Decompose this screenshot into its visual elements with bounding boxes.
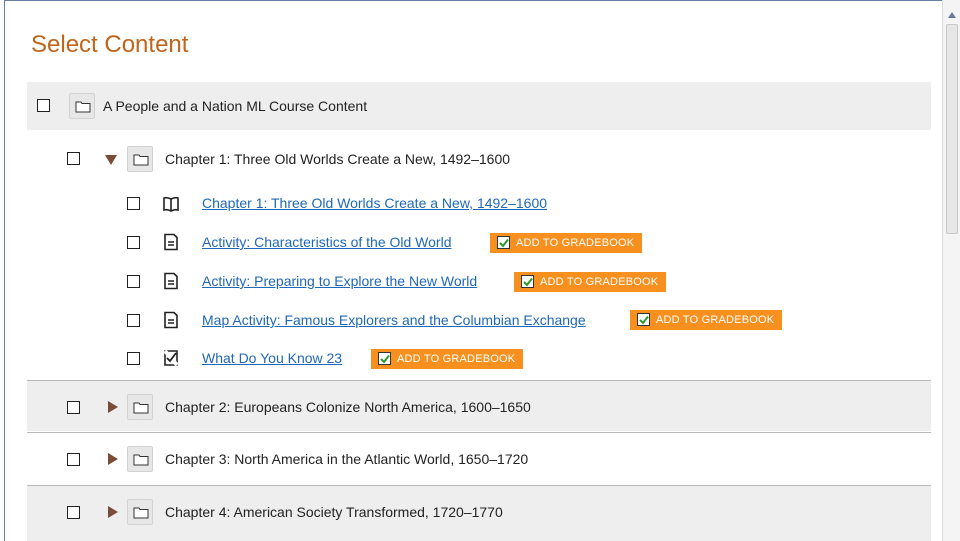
add-to-gradebook-button[interactable]: ADD TO GRADEBOOK [490,233,643,253]
chapter-row[interactable]: Chapter 1: Three Old Worlds Create a New… [27,134,931,182]
book-icon [163,196,179,212]
chapter-checkbox[interactable] [67,506,80,519]
checkbox-checked-icon [378,352,391,365]
folder-icon [133,154,149,166]
document-icon [164,233,178,251]
item-link[interactable]: What Do You Know 23 [202,350,342,366]
chapter-label: Chapter 1: Three Old Worlds Create a New… [165,151,511,167]
document-icon [164,272,178,290]
gradebook-label: ADD TO GRADEBOOK [656,314,775,326]
chapter-label: Chapter 4: American Society Transformed,… [165,504,503,520]
gradebook-label: ADD TO GRADEBOOK [540,276,659,288]
vertical-scrollbar[interactable] [942,0,960,541]
item-checkbox[interactable] [127,236,140,249]
root-checkbox[interactable] [37,99,50,112]
page-title: Select Content [31,31,189,58]
chapter-folder-button[interactable] [127,446,153,472]
item-checkbox[interactable] [127,275,140,288]
item-link[interactable]: Map Activity: Famous Explorers and the C… [202,312,586,328]
folder-icon [75,101,91,113]
checkbox-checked-icon [521,275,534,288]
item-checkbox[interactable] [127,352,140,365]
add-to-gradebook-button[interactable]: ADD TO GRADEBOOK [514,272,667,292]
scroll-thumb[interactable] [946,24,958,234]
item-link[interactable]: Activity: Preparing to Explore the New W… [202,273,477,289]
chapter-folder-button[interactable] [127,146,153,172]
add-to-gradebook-button[interactable]: ADD TO GRADEBOOK [630,310,783,330]
expand-triangle-icon[interactable] [108,453,118,465]
folder-icon [133,454,149,466]
root-row[interactable]: A People and a Nation ML Course Content [27,82,931,130]
quiz-icon [163,349,179,367]
root-label: A People and a Nation ML Course Content [103,98,368,114]
gradebook-label: ADD TO GRADEBOOK [516,237,635,249]
item-link[interactable]: Activity: Characteristics of the Old Wor… [202,234,451,250]
collapse-triangle-icon[interactable] [105,155,117,165]
item-checkbox[interactable] [127,314,140,327]
chapter-checkbox[interactable] [67,401,80,414]
gradebook-label: ADD TO GRADEBOOK [397,353,516,365]
chapter-label: Chapter 2: Europeans Colonize North Amer… [165,399,531,415]
chapter-folder-button[interactable] [127,499,153,525]
add-to-gradebook-button[interactable]: ADD TO GRADEBOOK [371,349,524,369]
chapter-checkbox[interactable] [67,152,80,165]
root-folder-button[interactable] [69,93,95,119]
chapter-folder-button[interactable] [127,394,153,420]
chapter-row[interactable]: Chapter 4: American Society Transformed,… [27,485,931,541]
checkbox-checked-icon [497,236,510,249]
chapter-checkbox[interactable] [67,453,80,466]
chapter-row[interactable]: Chapter 3: North America in the Atlantic… [27,432,931,484]
scroll-up-icon[interactable] [948,12,956,18]
folder-icon [133,507,149,519]
expand-triangle-icon[interactable] [108,506,118,518]
folder-icon [133,402,149,414]
expand-triangle-icon[interactable] [108,401,118,413]
item-link[interactable]: Chapter 1: Three Old Worlds Create a New… [202,195,547,211]
chapter-row[interactable]: Chapter 2: Europeans Colonize North Amer… [27,380,931,431]
item-checkbox[interactable] [127,197,140,210]
checkbox-checked-icon [637,313,650,326]
document-icon [164,311,178,329]
chapter-label: Chapter 3: North America in the Atlantic… [165,451,529,467]
